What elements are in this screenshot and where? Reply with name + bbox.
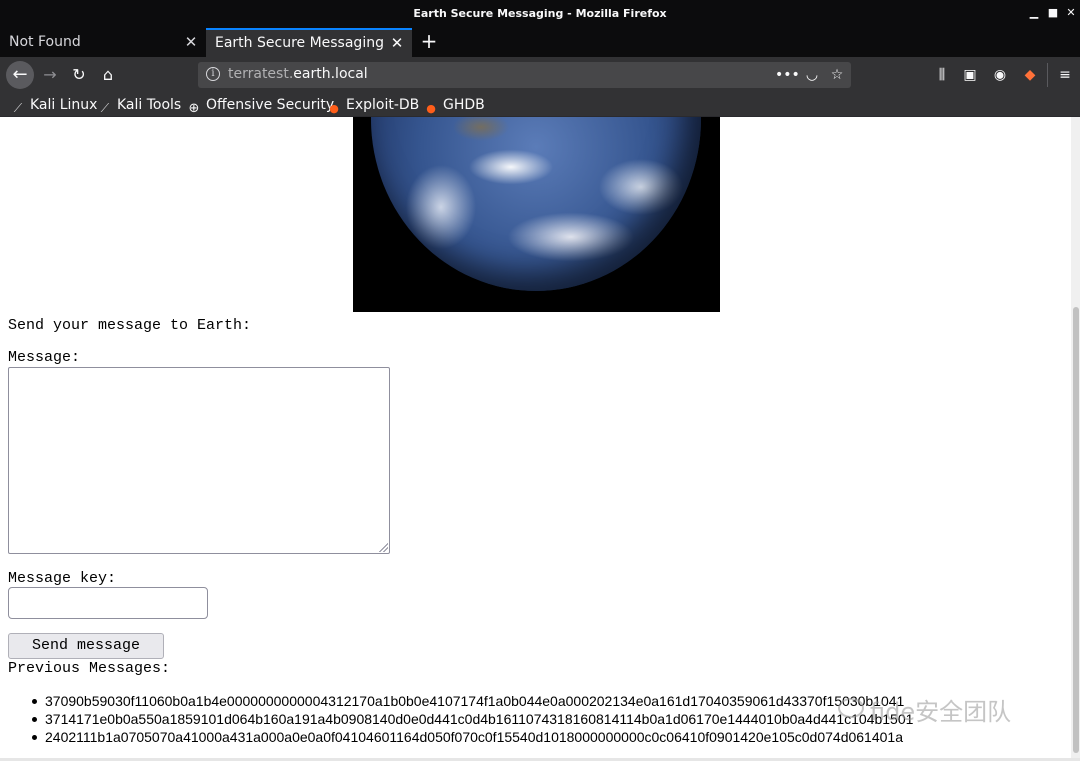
account-icon[interactable]: ◉ — [990, 65, 1010, 85]
bookmark-label: Offensive Security — [206, 97, 335, 113]
resize-grip-icon[interactable] — [378, 542, 388, 552]
bookmark-label: Exploit-DB — [346, 97, 420, 113]
url-bar[interactable]: i terratest.earth.local ••• ◡ ☆ — [198, 62, 851, 88]
message-key-label: Message key: — [8, 570, 117, 587]
bookmark-label: Kali Linux — [30, 97, 98, 113]
message-label: Message: — [8, 349, 81, 366]
tab-earth-secure-messaging[interactable]: Earth Secure Messaging ✕ — [206, 28, 412, 57]
close-window-icon[interactable]: ✕ — [1064, 6, 1078, 20]
maximize-icon[interactable]: ■ — [1046, 6, 1060, 20]
bookmark-kali-tools[interactable]: ⟋ Kali Tools — [97, 96, 182, 115]
exploitdb-icon: ● — [329, 102, 339, 115]
tab-label: Earth Secure Messaging — [215, 35, 384, 51]
ghdb-icon: ● — [426, 102, 436, 115]
home-icon[interactable]: ⌂ — [95, 62, 121, 88]
hamburger-menu-icon[interactable]: ≡ — [1055, 65, 1075, 85]
earth-shading — [371, 117, 701, 291]
bookmark-kali-linux[interactable]: ⟋ Kali Linux — [10, 96, 98, 115]
bookmark-label: GHDB — [443, 97, 485, 113]
wechat-logo-icon — [838, 698, 864, 718]
vertical-scrollbar[interactable] — [1071, 117, 1080, 761]
message-textarea[interactable] — [8, 367, 390, 554]
window-titlebar: Earth Secure Messaging - Mozilla Firefox… — [0, 0, 1080, 28]
sidebar-icon[interactable]: ▣ — [960, 65, 980, 85]
site-info-icon[interactable]: i — [206, 67, 220, 81]
bookmark-ghdb[interactable]: ● GHDB — [423, 96, 485, 115]
close-tab-icon[interactable]: ✕ — [390, 30, 404, 56]
bookmark-star-icon[interactable]: ☆ — [826, 64, 848, 86]
extension-icon[interactable]: ◆ — [1020, 65, 1040, 85]
reload-icon[interactable]: ↻ — [66, 62, 92, 88]
close-tab-icon[interactable]: ✕ — [184, 28, 198, 57]
minimize-icon[interactable]: ▁ — [1027, 6, 1041, 20]
back-arrow-icon[interactable]: ← — [6, 61, 34, 89]
page-viewport: Send your message to Earth: Message: Mes… — [0, 117, 1080, 761]
kali-dragon-icon: ⟋ — [100, 101, 110, 115]
list-item: 2402111b1a0705070a41000a431a000a0e0a0f04… — [28, 728, 1072, 746]
pocket-icon[interactable]: ◡ — [801, 64, 823, 86]
send-message-heading: Send your message to Earth: — [8, 317, 252, 334]
toolbar-divider — [1047, 63, 1048, 87]
bookmarks-toolbar: ⟋ Kali Linux ⟋ Kali Tools ⊕ Offensive Secur… — [0, 93, 1080, 117]
forward-arrow-icon[interactable]: → — [37, 62, 63, 88]
bookmark-label: Kali Tools — [117, 97, 182, 113]
library-icon[interactable]: ⫼ — [932, 65, 952, 85]
previous-messages-label: Previous Messages: — [8, 660, 171, 677]
tab-not-found[interactable]: Not Found ✕ — [0, 28, 206, 57]
tab-bar: Not Found ✕ Earth Secure Messaging ✕ + — [0, 28, 1080, 57]
tab-label: Not Found — [9, 34, 81, 50]
url-domain: earth.local — [293, 66, 368, 82]
page-actions-icon[interactable]: ••• — [775, 64, 800, 86]
earth-image — [353, 117, 720, 312]
navigation-toolbar: ← → ↻ ⌂ i terratest.earth.local ••• ◡ ☆ … — [0, 57, 1080, 93]
watermark: fide安全团队 — [838, 692, 1011, 727]
watermark-text: fide安全团队 — [870, 698, 1012, 726]
globe-icon: ⊕ — [188, 101, 200, 116]
kali-dragon-icon: ⟋ — [13, 101, 23, 115]
send-message-button[interactable]: Send message — [8, 633, 164, 659]
bookmark-exploit-db[interactable]: ● Exploit-DB — [326, 96, 420, 115]
bookmark-offensive-security[interactable]: ⊕ Offensive Security — [186, 96, 335, 116]
new-tab-icon[interactable]: + — [418, 28, 440, 57]
window-title: Earth Secure Messaging - Mozilla Firefox — [413, 7, 667, 20]
url-subdomain: terratest. — [228, 66, 294, 82]
scrollbar-thumb[interactable] — [1073, 307, 1079, 753]
message-key-input[interactable] — [8, 587, 208, 619]
url-text[interactable]: terratest.earth.local — [228, 66, 368, 82]
